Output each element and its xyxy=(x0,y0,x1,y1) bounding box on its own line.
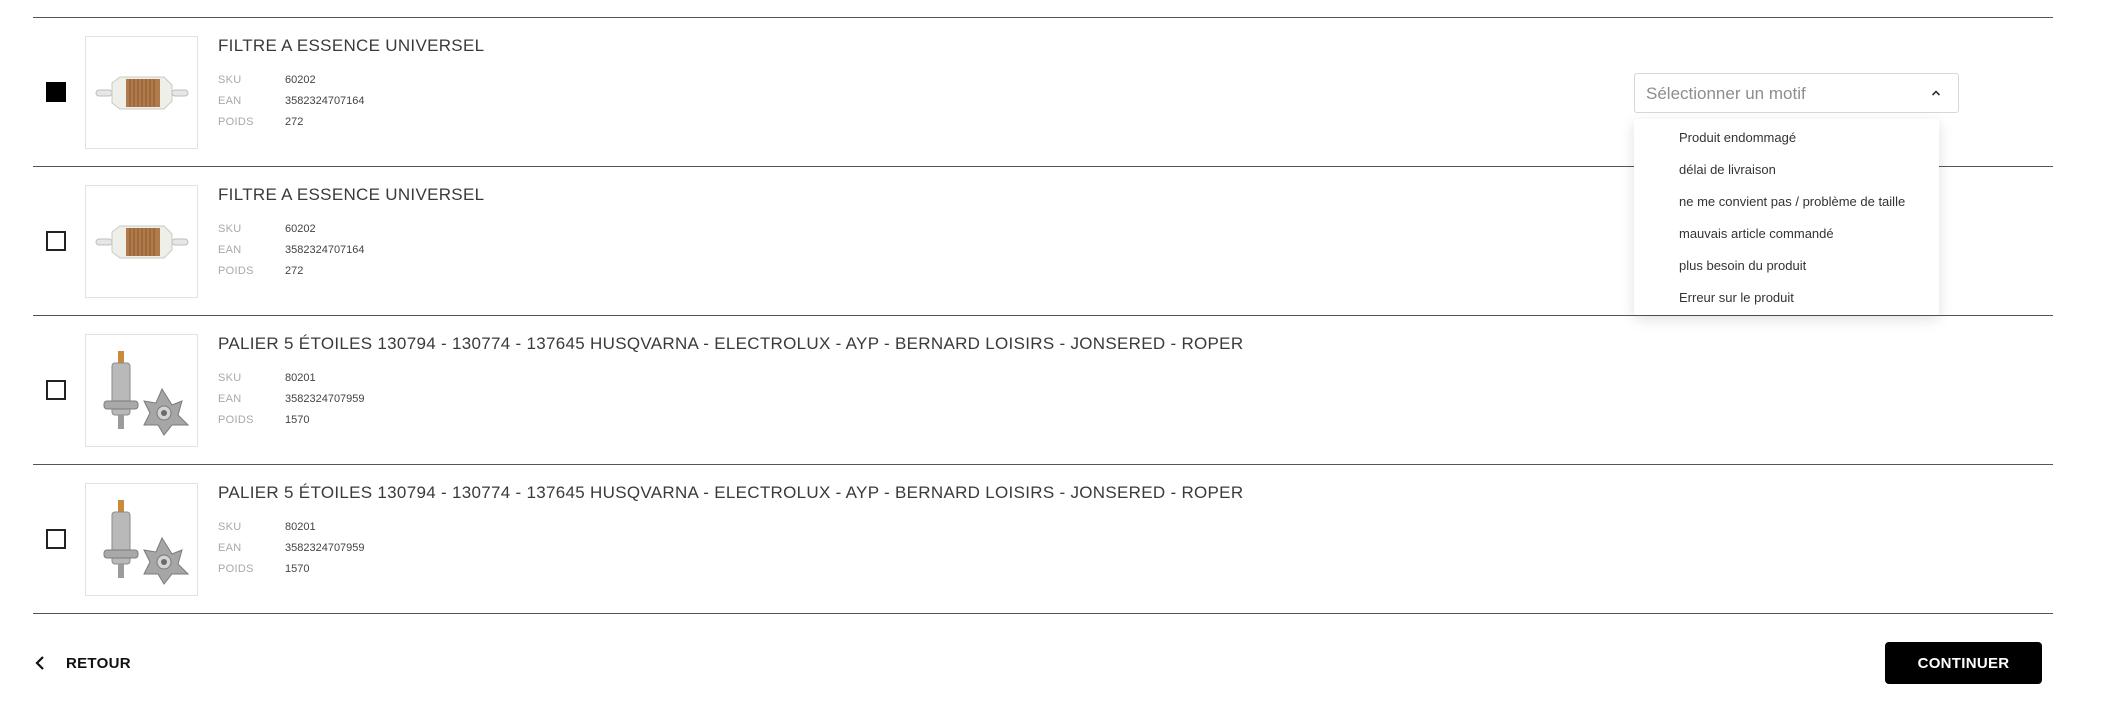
product-thumbnail xyxy=(85,334,198,447)
ean-label: EAN xyxy=(218,542,242,554)
ean-value: 3582324707164 xyxy=(285,95,365,107)
chevron-left-icon xyxy=(35,656,44,670)
ean-value: 3582324707164 xyxy=(285,244,365,256)
sku-label: SKU xyxy=(218,223,242,235)
reason-options-menu: Produit endommagé délai de livraison ne … xyxy=(1634,119,1939,315)
sku-value: 60202 xyxy=(285,74,316,86)
reason-option[interactable]: mauvais article commandé xyxy=(1679,226,1834,241)
spindle-bearing-image xyxy=(103,499,189,585)
reason-option[interactable]: Produit endommagé xyxy=(1679,130,1796,145)
product-title: PALIER 5 ÉTOILES 130794 - 130774 - 13764… xyxy=(218,334,1244,353)
sku-label: SKU xyxy=(218,521,242,533)
fuel-filter-image xyxy=(95,76,188,109)
product-meta: SKU 80201 EAN 3582324707959 POIDS 1570 xyxy=(218,372,365,435)
item-checkbox[interactable] xyxy=(46,529,66,549)
reason-select-placeholder: Sélectionner un motif xyxy=(1646,84,1806,103)
item-checkbox[interactable] xyxy=(46,380,66,400)
item-row: PALIER 5 ÉTOILES 130794 - 130774 - 13764… xyxy=(33,464,2053,614)
product-title: FILTRE A ESSENCE UNIVERSEL xyxy=(218,36,485,55)
ean-value: 3582324707959 xyxy=(285,542,365,554)
spindle-bearing-image xyxy=(103,350,189,436)
weight-label: POIDS xyxy=(218,265,254,277)
sku-value: 80201 xyxy=(285,372,316,384)
reason-option[interactable]: plus besoin du produit xyxy=(1679,258,1806,273)
ean-label: EAN xyxy=(218,95,242,107)
product-thumbnail xyxy=(85,36,198,149)
sku-value: 80201 xyxy=(285,521,316,533)
reason-option[interactable]: ne me convient pas / problème de taille xyxy=(1679,194,1905,209)
product-title: FILTRE A ESSENCE UNIVERSEL xyxy=(218,185,485,204)
weight-value: 272 xyxy=(285,265,304,277)
ean-value: 3582324707959 xyxy=(285,393,365,405)
item-checkbox[interactable] xyxy=(46,82,66,102)
product-thumbnail xyxy=(85,483,198,596)
sku-label: SKU xyxy=(218,372,242,384)
product-meta: SKU 60202 EAN 3582324707164 POIDS 272 xyxy=(218,223,365,286)
weight-label: POIDS xyxy=(218,563,254,575)
product-meta: SKU 60202 EAN 3582324707164 POIDS 272 xyxy=(218,74,365,137)
product-thumbnail xyxy=(85,185,198,298)
reason-select[interactable]: Sélectionner un motif xyxy=(1634,73,1959,113)
weight-value: 1570 xyxy=(285,414,310,426)
ean-label: EAN xyxy=(218,393,242,405)
back-button-label: RETOUR xyxy=(66,654,131,672)
back-button[interactable]: RETOUR xyxy=(33,651,131,675)
weight-label: POIDS xyxy=(218,116,254,128)
sku-value: 60202 xyxy=(285,223,316,235)
item-row: PALIER 5 ÉTOILES 130794 - 130774 - 13764… xyxy=(33,315,2053,464)
sku-label: SKU xyxy=(218,74,242,86)
product-meta: SKU 80201 EAN 3582324707959 POIDS 1570 xyxy=(218,521,365,584)
item-checkbox[interactable] xyxy=(46,231,66,251)
ean-label: EAN xyxy=(218,244,242,256)
weight-value: 272 xyxy=(285,116,304,128)
weight-label: POIDS xyxy=(218,414,254,426)
reason-option[interactable]: Erreur sur le produit xyxy=(1679,290,1794,305)
continue-button[interactable]: CONTINUER xyxy=(1885,642,2042,684)
chevron-up-icon xyxy=(1931,90,1941,96)
fuel-filter-image xyxy=(95,225,188,258)
weight-value: 1570 xyxy=(285,563,310,575)
product-title: PALIER 5 ÉTOILES 130794 - 130774 - 13764… xyxy=(218,483,1244,502)
reason-option[interactable]: délai de livraison xyxy=(1679,162,1776,177)
